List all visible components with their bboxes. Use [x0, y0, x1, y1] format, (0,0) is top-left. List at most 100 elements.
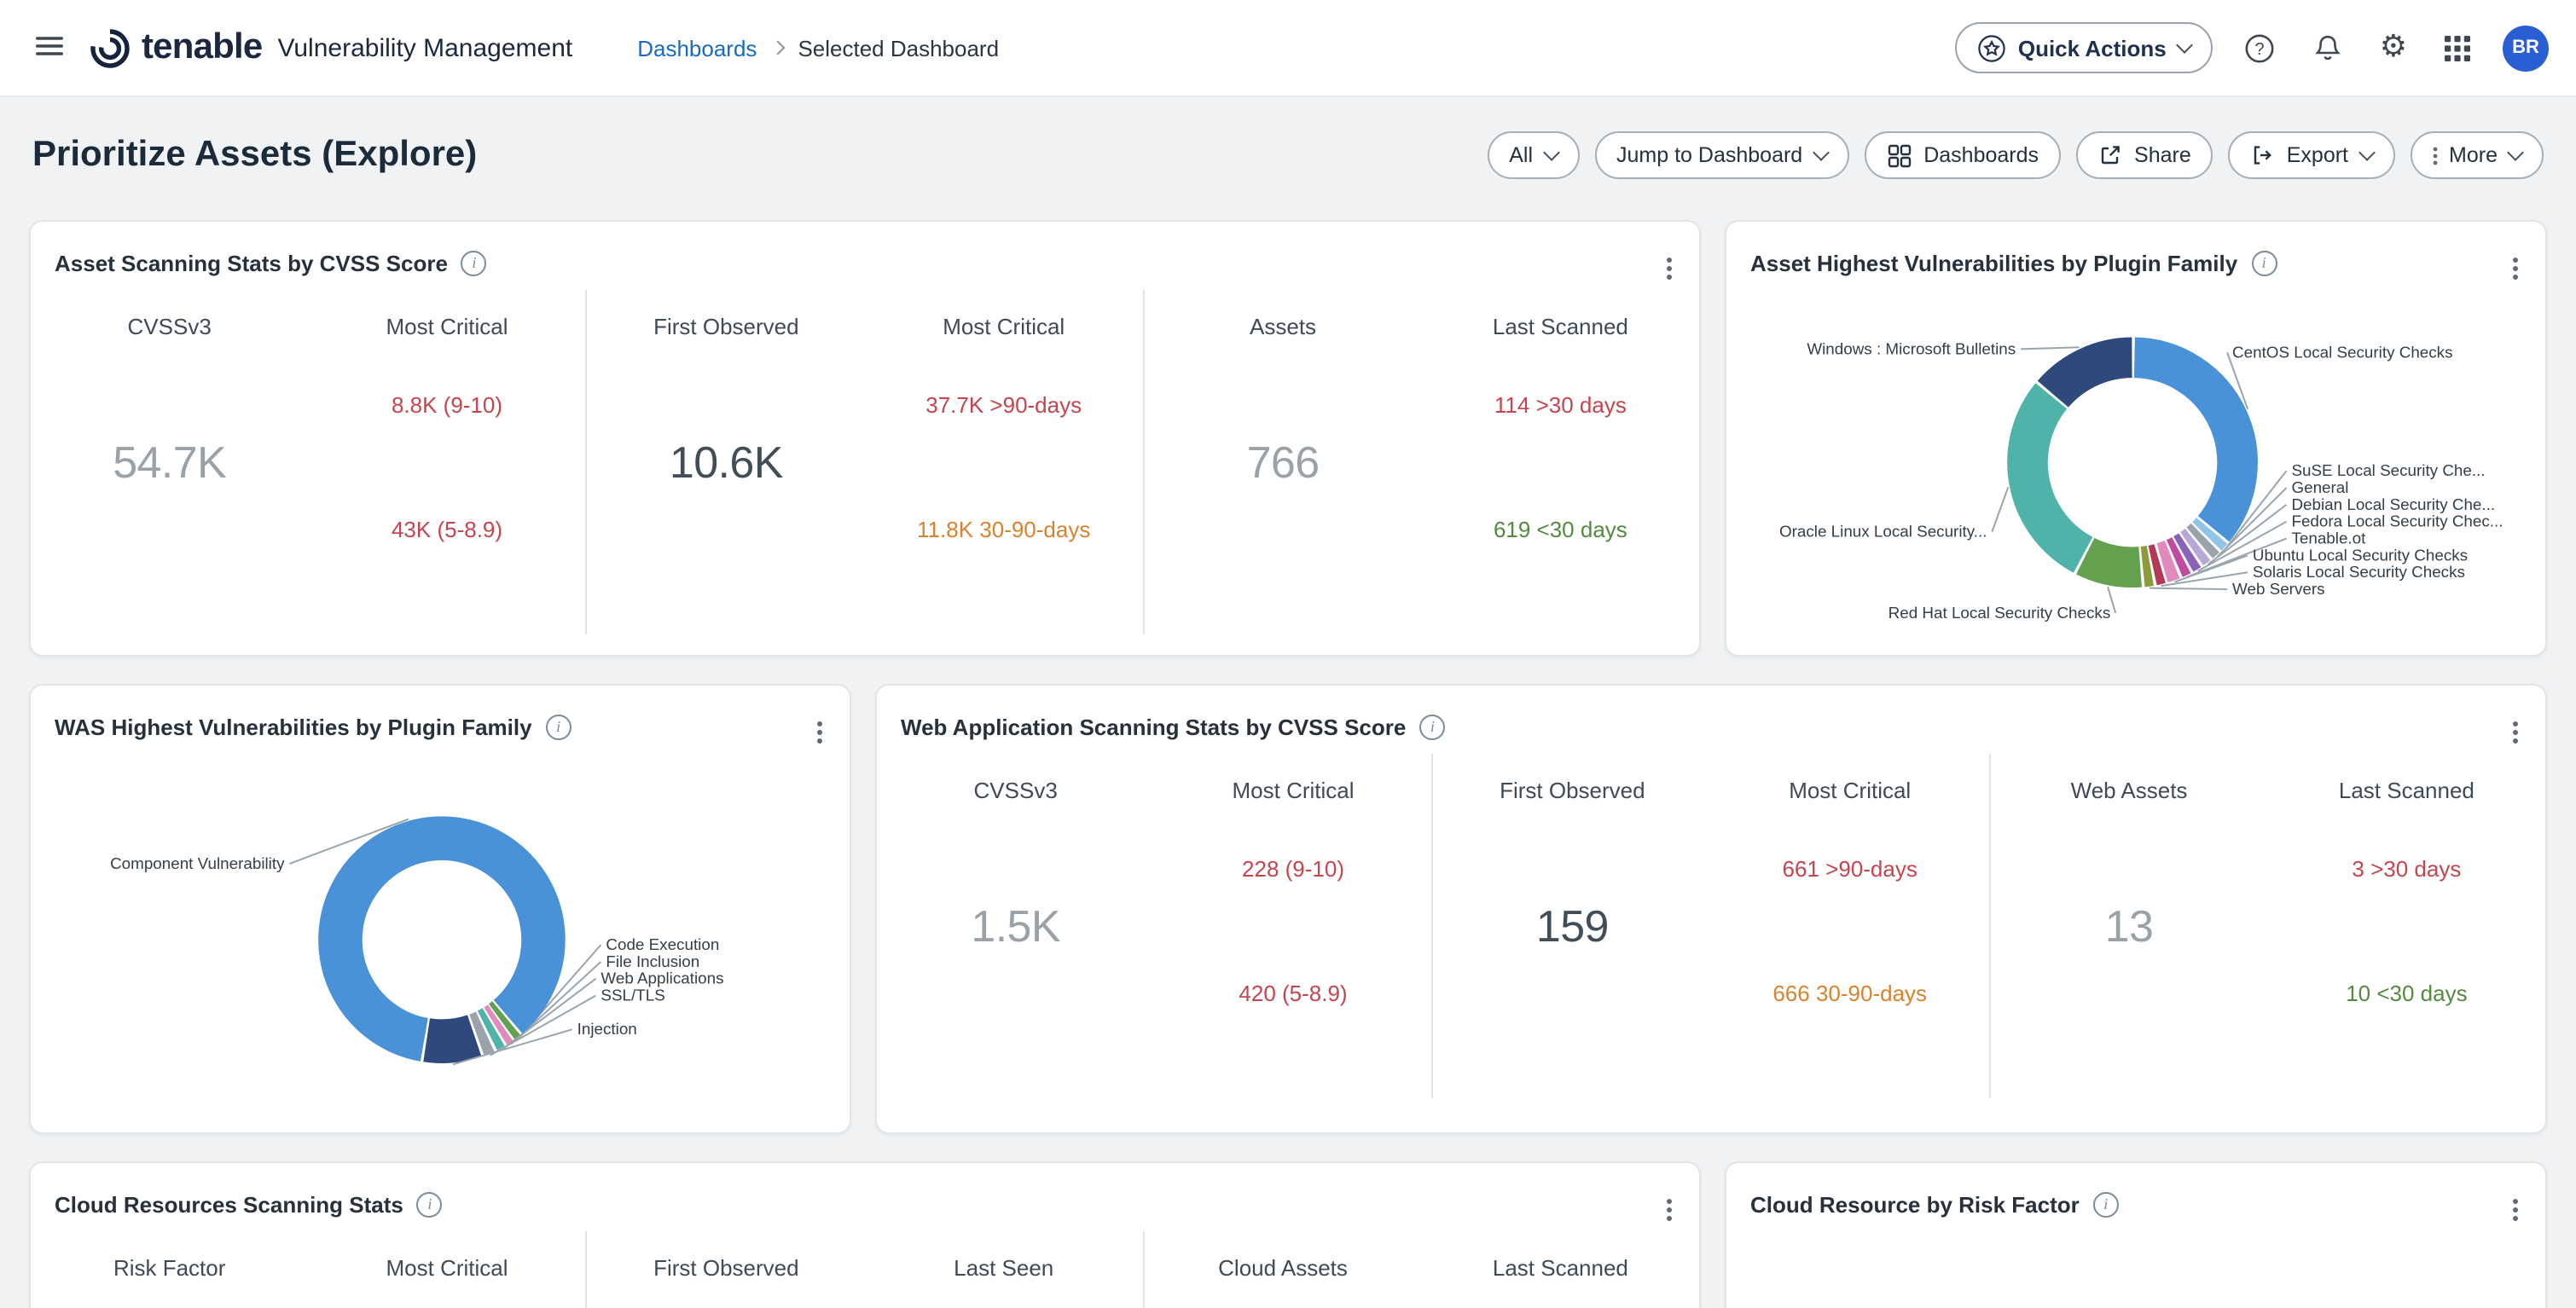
card-menu-button[interactable] [2499, 1182, 2532, 1228]
svg-text:Web Applications: Web Applications [600, 969, 723, 987]
chevron-down-icon [2507, 143, 2524, 160]
card-menu-button[interactable] [804, 704, 836, 750]
apps-menu-button[interactable] [2438, 28, 2477, 67]
filter-all-dropdown[interactable]: All [1487, 131, 1579, 179]
stat-big-value: 766 [1144, 437, 1421, 489]
stat-col-risk-factor: Risk Factor [31, 1231, 308, 1308]
svg-text:?: ? [2254, 39, 2264, 58]
stat-header: Last Scanned [2268, 778, 2545, 803]
stat-header: CVSSv3 [31, 314, 308, 339]
card-cloud-resources-scanning-stats: Cloud Resources Scanning Stats Risk Fact… [29, 1161, 1701, 1308]
stat-header: Assets [1144, 314, 1421, 339]
stat-big-value: 54.7K [31, 437, 308, 489]
svg-text:CentOS Local Security Checks: CentOS Local Security Checks [2232, 343, 2452, 361]
stat-value: 666 30-90-days [1711, 981, 1988, 1006]
export-dropdown[interactable]: Export [2229, 131, 2394, 179]
kebab-icon [1667, 266, 1672, 271]
svg-text:SSL/TLS: SSL/TLS [600, 987, 664, 1004]
kebab-icon [817, 730, 822, 735]
chevron-down-icon [1542, 143, 1559, 160]
stat-col-assets: Assets 766 [1144, 290, 1421, 634]
share-button[interactable]: Share [2076, 131, 2213, 179]
stat-header: Most Critical [1711, 778, 1988, 803]
jump-to-dashboard-dropdown[interactable]: Jump to Dashboard [1594, 131, 1848, 179]
card-asset-highest-vulns-plugin-family: Asset Highest Vulnerabilities by Plugin … [1725, 220, 2547, 657]
chevron-down-icon [2358, 143, 2375, 160]
breadcrumb-dashboards-link[interactable]: Dashboards [637, 35, 757, 61]
svg-text:Oracle Linux Local Security...: Oracle Linux Local Security... [1779, 523, 1987, 541]
gear-icon: ⚙ [2380, 32, 2407, 63]
navbar-actions: Quick Actions ? ⚙ BR [1955, 22, 2549, 73]
dashboards-button[interactable]: Dashboards [1864, 131, 2061, 179]
share-label: Share [2134, 143, 2191, 167]
export-icon [2251, 143, 2275, 167]
svg-text:Red Hat Local Security Checks: Red Hat Local Security Checks [1888, 604, 2111, 622]
stat-col-most-critical: Most Critical 8.8K (9-10) 43K (5-8.9) [308, 290, 587, 634]
kebab-icon [2433, 153, 2437, 158]
stat-col-most-critical: Most Critical [308, 1231, 587, 1308]
donut-chart-asset-plugin-family[interactable]: Windows : Microsoft BulletinsCentOS Loca… [1726, 290, 2545, 657]
card-cloud-resource-by-risk-factor: Cloud Resource by Risk Factor [1725, 1161, 2547, 1308]
page-title: Prioritize Assets (Explore) [32, 135, 477, 176]
card-title: WAS Highest Vulnerabilities by Plugin Fa… [55, 715, 532, 740]
share-icon [2098, 143, 2122, 167]
card-header: Asset Highest Vulnerabilities by Plugin … [1726, 222, 2545, 286]
card-menu-button[interactable] [1653, 240, 1685, 286]
stats-grid: CVSSv3 54.7K Most Critical 8.8K (9-10) 4… [31, 290, 1699, 634]
stat-big-value: 10.6K [588, 437, 865, 489]
hamburger-menu-button[interactable] [27, 23, 72, 72]
stat-col-last-scanned: Last Scanned 114 >30 days 619 <30 days [1422, 290, 1699, 634]
quick-actions-button[interactable]: Quick Actions [1955, 22, 2213, 73]
top-navbar: tenable Vulnerability Management Dashboa… [0, 0, 2576, 97]
card-menu-button[interactable] [2499, 240, 2532, 286]
notifications-button[interactable] [2306, 26, 2349, 69]
stat-header: Most Critical [308, 314, 585, 339]
stat-col-web-assets: Web Assets 13 [1990, 754, 2267, 1098]
more-dropdown[interactable]: More [2410, 131, 2544, 179]
stat-header: Last Scanned [1422, 1255, 1699, 1281]
card-menu-button[interactable] [1653, 1182, 1685, 1228]
user-avatar[interactable]: BR [2503, 25, 2549, 71]
chevron-down-icon [2176, 36, 2193, 53]
stat-value: 37.7K >90-days [865, 392, 1142, 418]
card-title: Asset Highest Vulnerabilities by Plugin … [1750, 251, 2237, 276]
quick-actions-label: Quick Actions [2018, 35, 2167, 61]
svg-text:File Inclusion: File Inclusion [606, 952, 699, 970]
info-icon[interactable] [1419, 715, 1445, 740]
stat-col-cvssv3: CVSSv3 1.5K [877, 754, 1154, 1098]
svg-text:Debian Local Security Che...: Debian Local Security Che... [2291, 495, 2495, 513]
stat-value: 11.8K 30-90-days [865, 517, 1142, 542]
info-icon[interactable] [461, 251, 487, 276]
card-title: Cloud Resource by Risk Factor [1750, 1192, 2080, 1218]
chevron-down-icon [1812, 143, 1829, 160]
card-menu-button[interactable] [2499, 704, 2532, 750]
card-header: Web Application Scanning Stats by CVSS S… [877, 686, 2545, 750]
info-icon[interactable] [417, 1192, 443, 1218]
dashboards-grid-icon [1886, 142, 1912, 168]
card-header: Cloud Resources Scanning Stats [31, 1163, 1699, 1228]
stat-header: Most Critical [865, 314, 1142, 339]
info-icon[interactable] [2093, 1192, 2119, 1218]
stat-header: Most Critical [308, 1255, 585, 1281]
info-icon[interactable] [546, 715, 571, 740]
stat-value: 420 (5-8.9) [1154, 981, 1431, 1006]
stat-col-first-observed: First Observed 10.6K [588, 290, 865, 634]
stat-value: 228 (9-10) [1154, 856, 1431, 882]
info-icon[interactable] [2251, 251, 2277, 276]
kebab-icon [1667, 1207, 1672, 1213]
stat-header: Web Assets [1990, 778, 2267, 803]
stat-big-value: 1.5K [877, 900, 1154, 953]
svg-text:Code Execution: Code Execution [606, 935, 719, 953]
dashboard-row: WAS Highest Vulnerabilities by Plugin Fa… [29, 684, 2547, 1134]
dashboard-row: Asset Scanning Stats by CVSS Score CVSSv… [29, 220, 2547, 657]
donut-chart-was-plugin-family[interactable]: Code ExecutionFile InclusionWeb Applicat… [31, 754, 850, 1134]
stat-col-last-scanned: Last Scanned [1422, 1231, 1699, 1308]
apps-grid-icon [2443, 33, 2472, 62]
help-button[interactable]: ? [2238, 26, 2281, 69]
stat-value: 3 >30 days [2268, 856, 2545, 882]
card-web-app-scanning-stats: Web Application Scanning Stats by CVSS S… [875, 684, 2547, 1134]
stat-header: Risk Factor [31, 1255, 308, 1281]
stat-col-cvssv3: CVSSv3 54.7K [31, 290, 308, 634]
svg-text:General: General [2291, 478, 2348, 496]
settings-button[interactable]: ⚙ [2375, 27, 2412, 68]
